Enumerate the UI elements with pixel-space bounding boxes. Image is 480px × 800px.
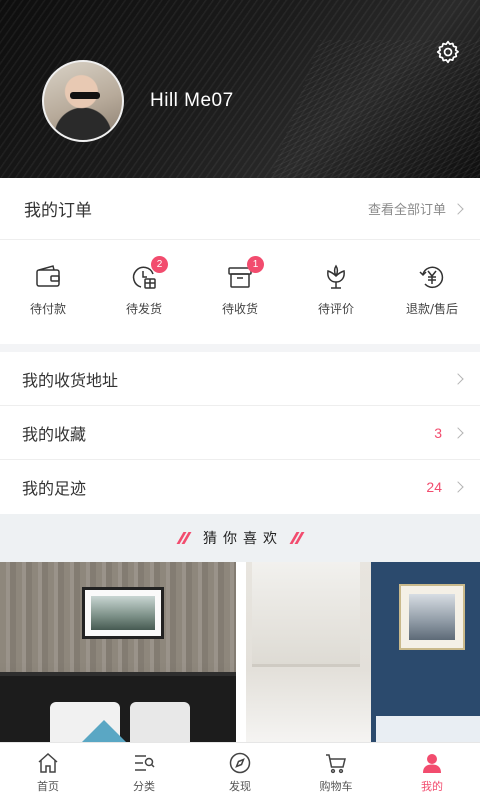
order-status-label: 待付款 bbox=[29, 302, 66, 316]
product-grid bbox=[0, 562, 480, 742]
order-status-refund[interactable]: 退款/售后 bbox=[384, 240, 480, 343]
recommendation-title: 猜你喜欢 bbox=[203, 531, 283, 547]
order-status-pending-review[interactable]: 待评价 bbox=[288, 240, 384, 343]
product-image-cushion bbox=[82, 720, 126, 742]
username: Hill Me07 bbox=[150, 90, 234, 111]
tab-label: 购物车 bbox=[319, 780, 353, 793]
avatar[interactable] bbox=[42, 60, 124, 142]
chevron-right-icon bbox=[452, 372, 464, 385]
wallet-icon bbox=[33, 262, 63, 292]
chevron-right-icon bbox=[452, 481, 464, 493]
box-icon: 1 bbox=[225, 256, 264, 292]
product-image-table bbox=[376, 716, 480, 742]
product-card[interactable] bbox=[246, 562, 480, 742]
view-all-orders-label: 查看全部订单 bbox=[367, 203, 446, 218]
view-all-orders-link[interactable]: 查看全部订单 bbox=[367, 199, 464, 218]
orders-header: 我的订单 查看全部订单 bbox=[0, 178, 480, 240]
category-icon bbox=[135, 755, 155, 771]
row-right: 3 bbox=[434, 424, 464, 441]
flower-icon bbox=[321, 262, 351, 292]
row-label: 我的足迹 bbox=[22, 479, 87, 498]
tab-discover[interactable]: 发现 bbox=[192, 743, 288, 800]
decorative-slash-icon bbox=[176, 532, 191, 544]
row-label: 我的收货地址 bbox=[22, 370, 119, 390]
settings-button[interactable] bbox=[434, 38, 462, 66]
orders-title: 我的订单 bbox=[24, 201, 92, 221]
recommendation-section-header: 猜你喜欢 bbox=[0, 514, 480, 562]
product-grid-gap bbox=[236, 562, 246, 742]
avatar-sunglasses bbox=[70, 92, 100, 99]
product-card[interactable] bbox=[0, 562, 236, 742]
gift-clock-icon: 2 bbox=[129, 256, 168, 292]
bottom-tab-bar: 首页 分类 发现 购物车 我的 bbox=[0, 742, 480, 800]
user-icon bbox=[423, 754, 441, 773]
product-image-painting bbox=[82, 587, 164, 639]
order-status-pending-payment[interactable]: 待付款 bbox=[0, 240, 96, 343]
pending-receipt-badge: 1 bbox=[247, 256, 264, 273]
tab-label: 我的 bbox=[421, 780, 443, 793]
cart-icon bbox=[326, 754, 346, 774]
row-count: 3 bbox=[434, 424, 442, 441]
product-image-pillow bbox=[130, 702, 190, 742]
pending-shipment-badge: 2 bbox=[151, 256, 168, 273]
chevron-right-icon bbox=[452, 202, 464, 215]
history-row[interactable]: 我的足迹 24 bbox=[0, 460, 480, 514]
tab-label: 分类 bbox=[133, 780, 155, 793]
profile-header: Hill Me07 bbox=[0, 0, 480, 178]
tab-label: 发现 bbox=[229, 780, 251, 793]
orders-card: 我的订单 查看全部订单 待付款 2 待发货 1 待收货 待评价 退款/售后 bbox=[0, 178, 480, 344]
order-status-label: 待发货 bbox=[125, 302, 162, 316]
tab-cart[interactable]: 购物车 bbox=[288, 743, 384, 800]
row-right bbox=[442, 372, 464, 385]
yen-refresh-icon bbox=[417, 262, 447, 292]
order-status-pending-receipt[interactable]: 1 待收货 bbox=[192, 240, 288, 343]
product-image-blind bbox=[252, 562, 360, 667]
order-status-label: 退款/售后 bbox=[405, 302, 459, 316]
row-label: 我的收藏 bbox=[22, 424, 87, 444]
tab-category[interactable]: 分类 bbox=[96, 743, 192, 800]
order-status-label: 待收货 bbox=[221, 302, 258, 316]
order-status-label: 待评价 bbox=[317, 302, 354, 316]
favorites-row[interactable]: 我的收藏 3 bbox=[0, 406, 480, 460]
product-image-painting bbox=[399, 584, 465, 650]
home-icon bbox=[38, 752, 58, 773]
compass-icon bbox=[229, 752, 251, 774]
order-status-grid: 待付款 2 待发货 1 待收货 待评价 退款/售后 bbox=[0, 240, 480, 343]
tab-home[interactable]: 首页 bbox=[0, 743, 96, 800]
menu-list: 我的收货地址 我的收藏 3 我的足迹 24 bbox=[0, 352, 480, 514]
order-status-pending-shipment[interactable]: 2 待发货 bbox=[96, 240, 192, 343]
gear-icon bbox=[436, 40, 459, 64]
row-right: 24 bbox=[426, 479, 464, 495]
chevron-right-icon bbox=[452, 426, 464, 439]
tab-mine[interactable]: 我的 bbox=[384, 743, 480, 800]
tab-label: 首页 bbox=[37, 780, 59, 793]
address-row[interactable]: 我的收货地址 bbox=[0, 352, 480, 406]
row-count: 24 bbox=[426, 479, 442, 495]
decorative-slash-icon bbox=[289, 532, 304, 544]
